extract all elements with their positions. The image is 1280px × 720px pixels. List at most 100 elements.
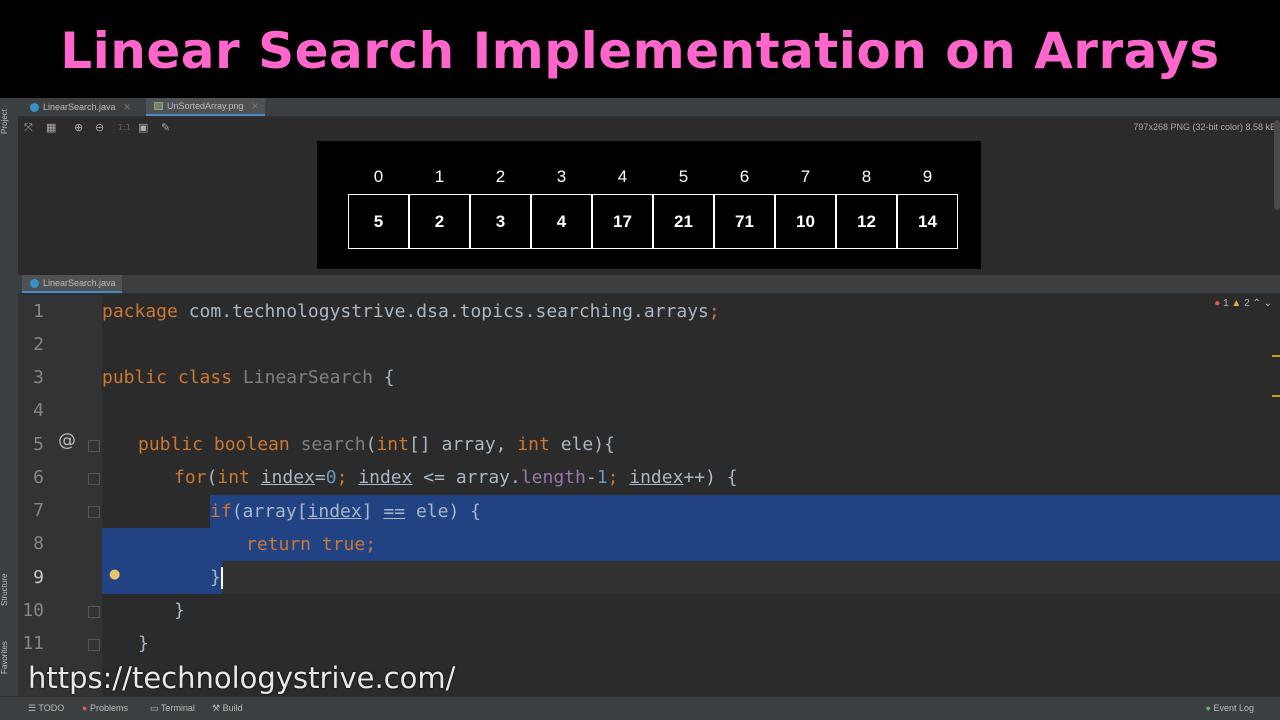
warning-icon: ▲	[1231, 298, 1242, 309]
array-index: 6	[739, 167, 750, 186]
code-token: ;	[607, 467, 630, 488]
color-picker-icon[interactable]: ✎	[161, 121, 170, 134]
image-scrollbar[interactable]	[1274, 120, 1280, 210]
code-token: public	[138, 434, 204, 455]
line-number: 11	[22, 633, 44, 654]
event-log-button[interactable]: ● Event Log	[1206, 703, 1254, 713]
close-icon[interactable]: ✕	[124, 98, 132, 116]
code-token: if	[210, 501, 232, 522]
project-panel-toggle[interactable]: Project	[0, 102, 18, 142]
video-title: Linear Search Implementation on Arrays	[60, 22, 1220, 80]
array-cell: 71	[714, 194, 775, 249]
line-number: 1	[33, 301, 44, 322]
array-cell: 2	[409, 194, 470, 249]
code-token: }	[138, 633, 149, 654]
editor-tabs: LinearSearch.java	[18, 275, 1280, 294]
tab-linearsearch-java[interactable]: LinearSearch.java ✕	[22, 98, 137, 116]
warning-stripe[interactable]	[1272, 355, 1280, 357]
chevron-down-icon[interactable]: ⌄	[1264, 298, 1272, 309]
zoom-in-icon[interactable]: ⊕	[74, 121, 83, 134]
code-token: true	[321, 534, 366, 555]
actual-size-icon[interactable]: 1:1	[118, 123, 131, 132]
java-class-icon	[30, 278, 39, 288]
code-line-7: if(array[index] == ele) {	[210, 495, 481, 528]
inspection-widget[interactable]: ● 1 ▲ 2 ⌃ ⌄	[1214, 298, 1272, 309]
code-token: int	[217, 467, 250, 488]
code-editor[interactable]: 1 2 3 4 5 6 7 8 9 10 11 @ ● package com.…	[18, 295, 1280, 696]
code-line-3: public class LinearSearch {	[102, 361, 395, 394]
code-token: index	[358, 467, 413, 488]
code-token: class	[177, 367, 233, 388]
code-token: (array[	[231, 501, 308, 522]
code-token: -	[585, 467, 597, 488]
array-cell: 4	[531, 194, 592, 249]
code-token: }	[210, 567, 221, 588]
code-line-10: }	[174, 594, 185, 627]
fit-to-window-icon[interactable]: ⤧	[24, 121, 33, 135]
todo-tool-button[interactable]: ☰ TODO	[28, 703, 64, 714]
code-line-8: return true;	[246, 528, 376, 561]
array-index: 8	[861, 167, 872, 186]
tool-label: Terminal	[160, 703, 195, 713]
line-number: 5	[33, 434, 44, 455]
line-number: 10	[22, 600, 44, 621]
grid-icon[interactable]: ▦	[46, 121, 56, 134]
left-tool-strip: Project Structure Favorites	[0, 98, 19, 696]
chevron-up-icon[interactable]: ⌃	[1252, 298, 1260, 309]
array-index: 7	[800, 167, 811, 186]
lightbulb-icon[interactable]: ●	[109, 567, 120, 582]
array-index: 5	[678, 167, 689, 186]
tab-linearsearch-java-editor[interactable]: LinearSearch.java	[22, 275, 122, 293]
caret-line-highlight	[102, 561, 1280, 594]
code-line-9: }	[210, 561, 223, 594]
code-token: {	[383, 367, 395, 388]
line-number: 6	[33, 467, 44, 488]
favorites-panel-toggle[interactable]: Favorites	[0, 636, 18, 680]
code-token: ++) {	[683, 467, 738, 488]
array-cell: 12	[836, 194, 897, 249]
line-number: 8	[33, 533, 44, 554]
build-tool-button[interactable]: ⚒ Build	[212, 703, 243, 714]
image-viewer-toolbar: ⤧ ▦ ⊕ ⊖ 1:1 ▣ ✎ 797x268 PNG (32-bit colo…	[18, 117, 1280, 139]
image-file-icon	[154, 102, 163, 110]
line-number: 3	[33, 367, 44, 388]
fold-marker-icon[interactable]	[88, 473, 100, 485]
error-count: 1	[1223, 298, 1229, 309]
tool-window-bar: ☰ TODO ● Problems ▭ Terminal ⚒ Build ● E…	[0, 696, 1280, 720]
zoom-out-icon[interactable]: ⊖	[95, 121, 104, 134]
code-token: ;	[336, 467, 359, 488]
array-index: 0	[373, 167, 384, 186]
tab-unsortedarray-png[interactable]: UnSortedArray.png ✕	[146, 98, 265, 116]
code-token: search	[300, 434, 366, 455]
fold-marker-icon[interactable]	[88, 639, 100, 651]
warning-stripe[interactable]	[1272, 395, 1280, 397]
structure-panel-toggle[interactable]: Structure	[0, 568, 18, 612]
array-index: 1	[434, 167, 445, 186]
code-token: =	[314, 467, 326, 488]
list-icon: ☰	[28, 703, 37, 713]
code-token: int	[376, 434, 409, 455]
background-icon[interactable]: ▣	[138, 121, 148, 134]
tool-label: TODO	[38, 703, 65, 713]
code-token: index	[629, 467, 684, 488]
code-token: public	[102, 367, 168, 388]
close-icon[interactable]: ✕	[251, 97, 259, 115]
fold-marker-icon[interactable]	[88, 440, 100, 452]
code-token: [] array,	[408, 434, 518, 455]
terminal-icon: ▭	[150, 703, 159, 713]
tool-label: Problems	[89, 703, 128, 713]
code-line-5: public boolean search(int[] array, int e…	[138, 428, 615, 461]
array-index: 2	[495, 167, 506, 186]
problems-tool-button[interactable]: ● Problems	[82, 703, 128, 713]
terminal-tool-button[interactable]: ▭ Terminal	[150, 703, 195, 714]
implements-marker-icon[interactable]: @	[58, 430, 76, 451]
fold-marker-icon[interactable]	[88, 506, 100, 518]
array-cell: 14	[897, 194, 958, 249]
tool-label: Event Log	[1213, 703, 1254, 713]
code-token: }	[174, 600, 185, 621]
event-log-icon: ●	[1205, 703, 1211, 713]
fold-marker-icon[interactable]	[88, 606, 100, 618]
code-token: boolean	[213, 434, 290, 455]
line-number: 4	[33, 400, 44, 421]
array-index: 9	[922, 167, 933, 186]
